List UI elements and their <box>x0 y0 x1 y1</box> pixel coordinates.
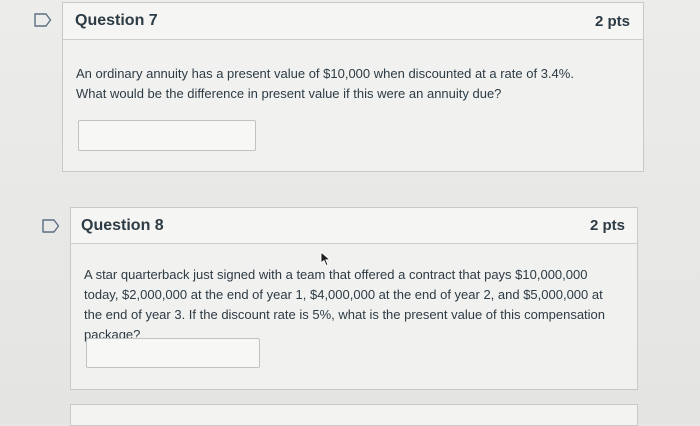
question-8-points: 2 pts <box>589 217 625 234</box>
quiz-page: Question 7 2 pts An ordinary annuity has… <box>0 0 700 426</box>
question-7-header: Question 7 2 pts <box>63 3 643 40</box>
question-8-text: A star quarterback just signed with a te… <box>84 267 606 342</box>
question-7-answer-input[interactable] <box>78 120 256 151</box>
question-7-title: Question 7 <box>75 12 158 29</box>
question-8-title: Question 8 <box>81 217 164 234</box>
question-8-header: Question 8 2 pts <box>71 208 637 244</box>
flag-question-7-icon[interactable] <box>34 13 52 27</box>
question-8-body: A star quarterback just signed with a te… <box>71 244 637 389</box>
flag-question-8-icon[interactable] <box>42 219 60 233</box>
question-7-body: An ordinary annuity has a present value … <box>63 40 643 171</box>
question-8-answer-input[interactable] <box>86 338 260 368</box>
question-8-card: Question 8 2 pts A star quarterback just… <box>70 207 638 390</box>
question-7-text: An ordinary annuity has a present value … <box>76 66 574 101</box>
question-7-points: 2 pts <box>594 13 630 30</box>
mouse-pointer-icon <box>320 251 332 267</box>
question-7-card: Question 7 2 pts An ordinary annuity has… <box>62 2 644 172</box>
